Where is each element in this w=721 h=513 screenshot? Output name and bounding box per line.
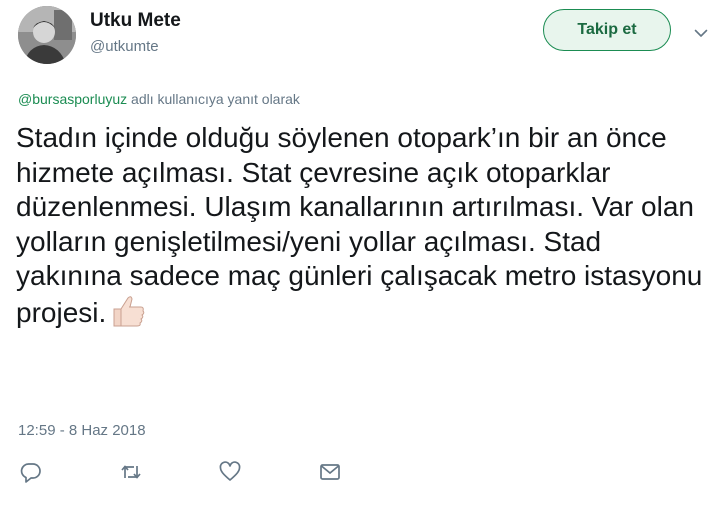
reply-mention-link[interactable]: @bursasporluyuz (18, 91, 127, 107)
tweet-text: Stadın içinde olduğu söylenen otopark’ın… (16, 121, 708, 336)
envelope-icon[interactable] (319, 461, 341, 483)
user-name[interactable]: Utku Mete (90, 10, 181, 32)
chevron-down-icon[interactable] (694, 26, 708, 40)
reply-icon[interactable] (20, 461, 42, 483)
avatar[interactable] (18, 6, 76, 64)
tweet-timestamp[interactable]: 12:59 - 8 Haz 2018 (18, 422, 146, 439)
thumbs-up-icon (108, 294, 146, 337)
reply-context: @bursasporluyuz adlı kullanıcıya yanıt o… (18, 91, 300, 107)
retweet-icon[interactable] (120, 461, 142, 483)
user-handle[interactable]: @utkumte (90, 38, 159, 55)
heart-icon[interactable] (219, 461, 241, 483)
follow-button[interactable]: Takip et (543, 9, 671, 51)
tweet-header: Utku Mete @utkumte Takip et (18, 6, 708, 66)
reply-context-text: adlı kullanıcıya yanıt olarak (131, 91, 300, 107)
